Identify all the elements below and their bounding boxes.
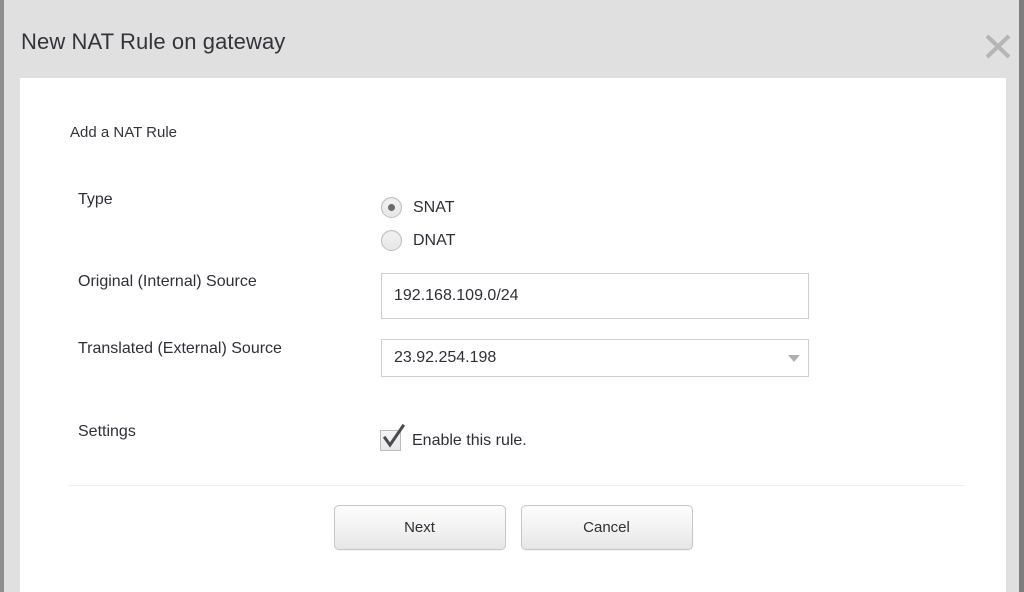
window-edge-right [1019, 0, 1024, 592]
new-nat-rule-dialog: New NAT Rule on gateway Add a NAT Rule T… [4, 0, 1019, 592]
translated-external-source-value: 23.92.254.198 [394, 349, 497, 366]
label-original-internal-source: Original (Internal) Source [78, 273, 257, 290]
close-icon[interactable] [979, 26, 1017, 66]
dialog-body: Add a NAT Rule Type SNAT DNAT Original (… [20, 78, 1006, 592]
radio-option-dnat[interactable]: DNAT [381, 230, 455, 251]
cancel-button[interactable]: Cancel [520, 505, 693, 550]
dialog-title: New NAT Rule on gateway [21, 29, 286, 54]
next-button[interactable]: Next [333, 505, 506, 550]
page-root: New NAT Rule on gateway Add a NAT Rule T… [0, 0, 1024, 592]
footer-button-group: Next Cancel [20, 505, 1006, 550]
radio-snat-label[interactable]: SNAT [413, 199, 454, 217]
radio-dnat-label[interactable]: DNAT [413, 232, 455, 250]
radio-dnat-indicator[interactable] [381, 230, 402, 251]
check-icon [382, 423, 406, 448]
chevron-down-icon[interactable] [780, 354, 808, 362]
label-type: Type [78, 191, 113, 208]
enable-rule-label[interactable]: Enable this rule. [412, 432, 527, 450]
label-translated-external-source: Translated (External) Source [78, 340, 282, 357]
section-heading: Add a NAT Rule [70, 124, 177, 141]
footer-divider [69, 485, 965, 486]
label-settings: Settings [78, 423, 136, 440]
radio-snat-indicator[interactable] [381, 197, 402, 218]
original-internal-source-input[interactable] [381, 273, 809, 319]
enable-rule-checkbox-row[interactable]: Enable this rule. [380, 423, 527, 451]
dialog-header: New NAT Rule on gateway [4, 0, 1019, 78]
radio-option-snat[interactable]: SNAT [381, 197, 454, 218]
enable-rule-checkbox[interactable] [380, 423, 406, 451]
translated-external-source-select[interactable]: 23.92.254.198 [381, 339, 809, 377]
